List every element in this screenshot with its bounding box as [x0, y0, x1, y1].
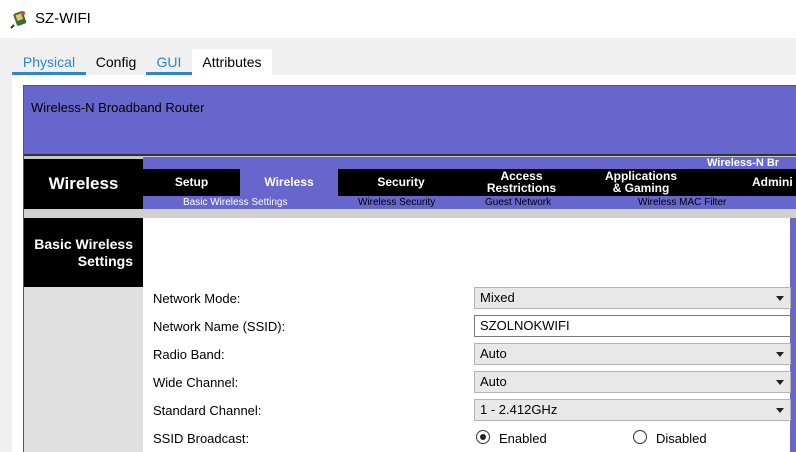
chevron-down-icon: [776, 380, 784, 385]
tab-strip: Physical Config GUI Attributes: [0, 38, 796, 75]
nav-top-strip: [143, 157, 796, 169]
nav-tab-wireless[interactable]: Wireless: [240, 169, 338, 196]
select-value: Mixed: [480, 290, 515, 305]
network-mode-select[interactable]: Mixed: [474, 287, 791, 309]
title-bar: SZ-WIFI: [0, 0, 796, 38]
select-value: Auto: [480, 346, 507, 361]
network-mode-label: Network Mode:: [153, 291, 241, 306]
radio-label-enabled: Enabled: [499, 431, 547, 446]
side-section-header: Basic Wireless Settings: [24, 218, 143, 287]
tab-label: Physical: [22, 54, 76, 70]
side-title-line: Basic Wireless: [34, 236, 133, 252]
nav-tab-label: Security: [377, 175, 425, 189]
nav-tab-setup[interactable]: Setup: [143, 169, 240, 196]
product-label: Wireless-N Br: [707, 157, 780, 169]
wide-channel-label: Wide Channel:: [153, 375, 239, 390]
select-value: 1 - 2.412GHz: [480, 402, 558, 417]
tab-label: Attributes: [202, 54, 262, 70]
nav-tab-label: Setup: [174, 175, 209, 189]
nav-tab-label: Restrictions: [486, 181, 557, 195]
ssid-label: Network Name (SSID):: [153, 319, 286, 334]
radio-label-disabled: Disabled: [656, 431, 707, 446]
standard-channel-select[interactable]: 1 - 2.412GHz: [474, 399, 791, 421]
section-header: Wireless: [24, 159, 143, 209]
input-value: SZOLNOKWIFI: [480, 318, 570, 333]
select-value: Auto: [480, 374, 507, 389]
wide-channel-select[interactable]: Auto: [474, 371, 791, 393]
nav-tab-applications-gaming[interactable]: Applications & Gaming: [579, 169, 703, 196]
ssid-input[interactable]: SZOLNOKWIFI: [474, 315, 791, 337]
radio-band-label: Radio Band:: [153, 347, 225, 362]
section-title: Wireless: [48, 174, 119, 193]
chevron-down-icon: [776, 352, 784, 357]
tab-physical[interactable]: Physical: [12, 49, 86, 75]
tab-config[interactable]: Config: [86, 49, 146, 75]
divider: [24, 209, 796, 218]
chevron-down-icon: [776, 296, 784, 301]
nav-tab-access-restrictions[interactable]: Access Restrictions: [464, 169, 579, 196]
router-device-icon: [10, 11, 27, 29]
side-title-line: Settings: [77, 253, 133, 269]
tab-label: Config: [95, 54, 137, 70]
ssid-broadcast-disabled-radio[interactable]: [633, 430, 647, 444]
tab-label: GUI: [156, 54, 182, 70]
chevron-down-icon: [776, 408, 784, 413]
subnav-guest-network[interactable]: Guest Network: [485, 196, 551, 209]
side-column: [24, 287, 143, 452]
radio-band-select[interactable]: Auto: [474, 343, 791, 365]
subnav-wireless-mac-filter[interactable]: Wireless MAC Filter: [638, 196, 726, 209]
standard-channel-label: Standard Channel:: [153, 403, 262, 418]
nav-tab-label: & Gaming: [612, 181, 670, 195]
ssid-broadcast-label: SSID Broadcast:: [153, 431, 250, 446]
router-model-title: Wireless-N Broadband Router: [31, 100, 205, 115]
side-section-title: Basic Wireless Settings: [34, 236, 133, 270]
nav-tab-security[interactable]: Security: [338, 169, 464, 196]
tab-gui[interactable]: GUI: [146, 49, 192, 75]
tab-attributes[interactable]: Attributes: [192, 49, 272, 75]
nav-tab-label: Admini: [752, 175, 793, 189]
window-title: SZ-WIFI: [35, 10, 91, 27]
ssid-broadcast-enabled-radio[interactable]: [476, 430, 490, 444]
subnav-wireless-security[interactable]: Wireless Security: [358, 196, 435, 209]
nav-tab-administration[interactable]: Admini: [703, 169, 796, 196]
router-banner: Wireless-N Broadband Router: [24, 86, 796, 156]
subnav-basic-wireless-settings[interactable]: Basic Wireless Settings: [183, 196, 287, 209]
nav-tab-label: Wireless: [264, 175, 314, 189]
